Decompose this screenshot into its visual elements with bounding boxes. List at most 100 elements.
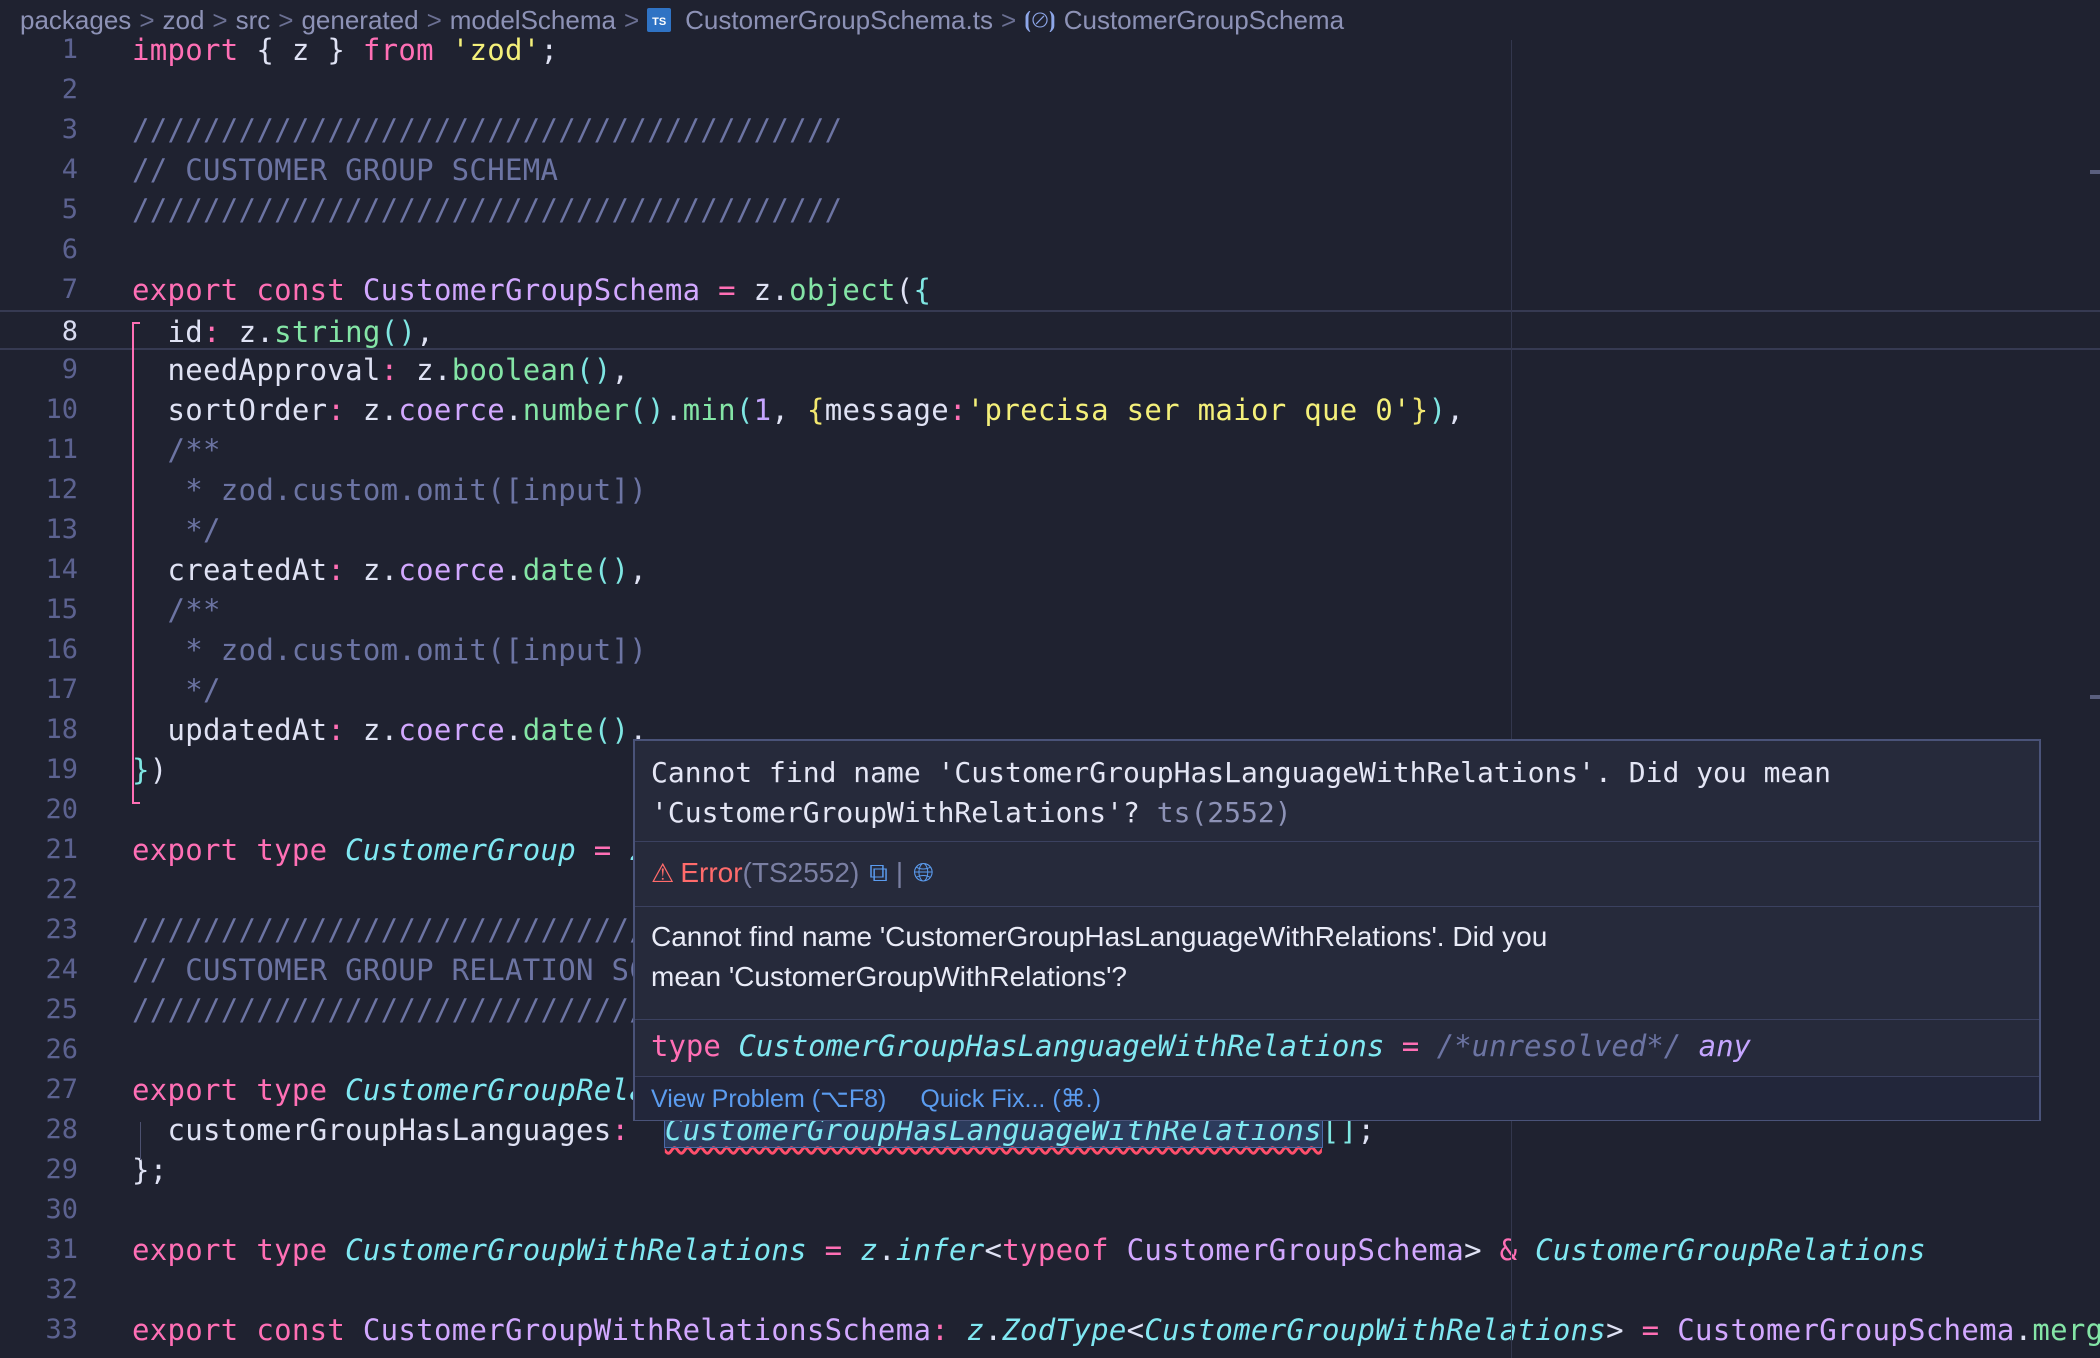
code-token: date — [522, 713, 594, 747]
code-token: 1 — [753, 393, 772, 427]
code-token: , — [1446, 393, 1465, 427]
code-token: 'zod' — [451, 33, 541, 67]
code-token: ) — [1428, 393, 1447, 427]
code-token: type — [256, 1233, 328, 1267]
code-line[interactable]: 2 — [0, 70, 2100, 110]
code-token: needApproval — [132, 353, 381, 387]
scrollbar-marker — [2090, 170, 2100, 174]
code-token: * zod.custom.omit([input]) — [132, 633, 648, 667]
code-token: CustomerGroupSchema — [362, 273, 701, 307]
code-token: */ — [132, 673, 221, 707]
line-number: 24 — [45, 954, 78, 985]
code-token: message — [824, 393, 950, 427]
bracket-pair-guide — [132, 322, 140, 804]
code-token: min — [682, 393, 736, 427]
code-line[interactable]: 30 — [0, 1190, 2100, 1230]
code-line[interactable]: 12 * zod.custom.omit([input]) — [0, 470, 2100, 510]
code-token: const — [256, 273, 346, 307]
line-number: 19 — [45, 754, 78, 785]
code-token: date — [522, 553, 594, 587]
line-number: 30 — [45, 1194, 78, 1225]
code-line[interactable]: 31 export type CustomerGroupWithRelations… — [0, 1230, 2100, 1270]
line-number: 15 — [45, 594, 78, 625]
code-text: export type CustomerGroupWithRelations =… — [132, 1230, 1926, 1270]
line-number: 31 — [45, 1234, 78, 1265]
code-text: updatedAt: z.coerce.date(), — [132, 710, 647, 750]
code-token: > — [1606, 1313, 1642, 1347]
line-number: 28 — [45, 1114, 78, 1145]
line-number: 12 — [45, 474, 78, 505]
separator: | — [895, 857, 904, 888]
code-line[interactable]: 13 */ — [0, 510, 2100, 550]
code-text: ////////////////////////////// — [132, 910, 665, 950]
code-token: . — [2014, 1313, 2033, 1347]
code-token: . — [664, 393, 683, 427]
code-text: * zod.custom.omit([input]) — [132, 470, 647, 510]
code-line[interactable]: 11 /** — [0, 430, 2100, 470]
code-token: }; — [132, 1153, 168, 1187]
code-token: { — [806, 393, 825, 427]
code-token: : — [327, 553, 346, 587]
code-token: ( — [735, 393, 754, 427]
line-number: 11 — [45, 434, 78, 465]
code-line[interactable]: 5 ///////////////////////////////////////… — [0, 190, 2100, 230]
code-token: . — [504, 553, 523, 587]
typedef-equals: = — [1401, 1029, 1420, 1063]
code-token: . — [984, 1313, 1003, 1347]
code-line[interactable]: 7 export const CustomerGroupSchema = z.ob… — [0, 270, 2100, 310]
code-token: : — [611, 1113, 630, 1147]
code-line[interactable]: 14 createdAt: z.coerce.date(), — [0, 550, 2100, 590]
code-line[interactable]: 4 // CUSTOMER GROUP SCHEMA — [0, 150, 2100, 190]
line-number: 33 — [45, 1314, 78, 1345]
line-number: 21 — [45, 834, 78, 865]
code-line[interactable]: 8 id: z.string(), — [0, 310, 2100, 350]
code-line[interactable]: 10 sortOrder: z.coerce.number().min(1, {… — [0, 390, 2100, 430]
indent-guide — [140, 1122, 141, 1160]
code-token: z. — [345, 393, 399, 427]
line-number: 32 — [45, 1274, 78, 1305]
quick-fix-link[interactable]: Quick Fix... (⌘.) — [920, 1084, 1101, 1114]
code-token: z — [966, 1313, 985, 1347]
code-token: () — [593, 553, 630, 587]
code-editor[interactable]: 1 import { z } from 'zod'; 2 3/////////////… — [0, 33, 2100, 1358]
code-line[interactable]: 32 — [0, 1270, 2100, 1310]
code-line[interactable]: 9 needApproval: z.boolean(), — [0, 350, 2100, 390]
code-token: object — [789, 273, 896, 307]
code-line[interactable]: 17 */ — [0, 670, 2100, 710]
code-token: CustomerGroupRela — [345, 1073, 648, 1107]
code-line[interactable]: 29}; — [0, 1150, 2100, 1190]
code-text: // CUSTOMER GROUP RELATION SC — [132, 950, 647, 990]
code-text: /** — [132, 590, 221, 630]
code-token: //////////////////////////////////////// — [132, 193, 843, 227]
code-token: , — [416, 315, 434, 349]
code-text: /** — [132, 430, 221, 470]
code-token: /** — [132, 593, 221, 627]
code-token: */ — [132, 513, 221, 547]
globe-icon[interactable]: 🌐︎ — [913, 857, 934, 889]
code-text: }; — [132, 1150, 168, 1190]
line-number: 7 — [61, 274, 78, 305]
typedef-keyword: type — [651, 1029, 721, 1063]
code-token: () — [380, 315, 417, 349]
code-line[interactable]: 3 ///////////////////////////////////////… — [0, 110, 2100, 150]
code-line[interactable]: 6 — [0, 230, 2100, 270]
code-line[interactable]: 15 /** — [0, 590, 2100, 630]
divider — [635, 1019, 2039, 1020]
code-token: . — [877, 1233, 896, 1267]
code-line[interactable]: 16 * zod.custom.omit([input]) — [0, 630, 2100, 670]
code-token: z. — [345, 713, 399, 747]
external-link-icon[interactable]: ⧉ — [869, 857, 888, 889]
view-problem-link[interactable]: View Problem (⌥F8) — [651, 1084, 886, 1114]
line-number: 3 — [61, 114, 78, 145]
code-line[interactable]: 33 export const CustomerGroupWithRelation… — [0, 1310, 2100, 1350]
code-token: CustomerGroupWithRelationsSchema — [362, 1313, 932, 1347]
code-token: typeof — [1002, 1233, 1109, 1267]
code-token: createdAt — [132, 553, 328, 587]
code-line[interactable]: 1 import { z } from 'zod'; — [0, 30, 2100, 70]
